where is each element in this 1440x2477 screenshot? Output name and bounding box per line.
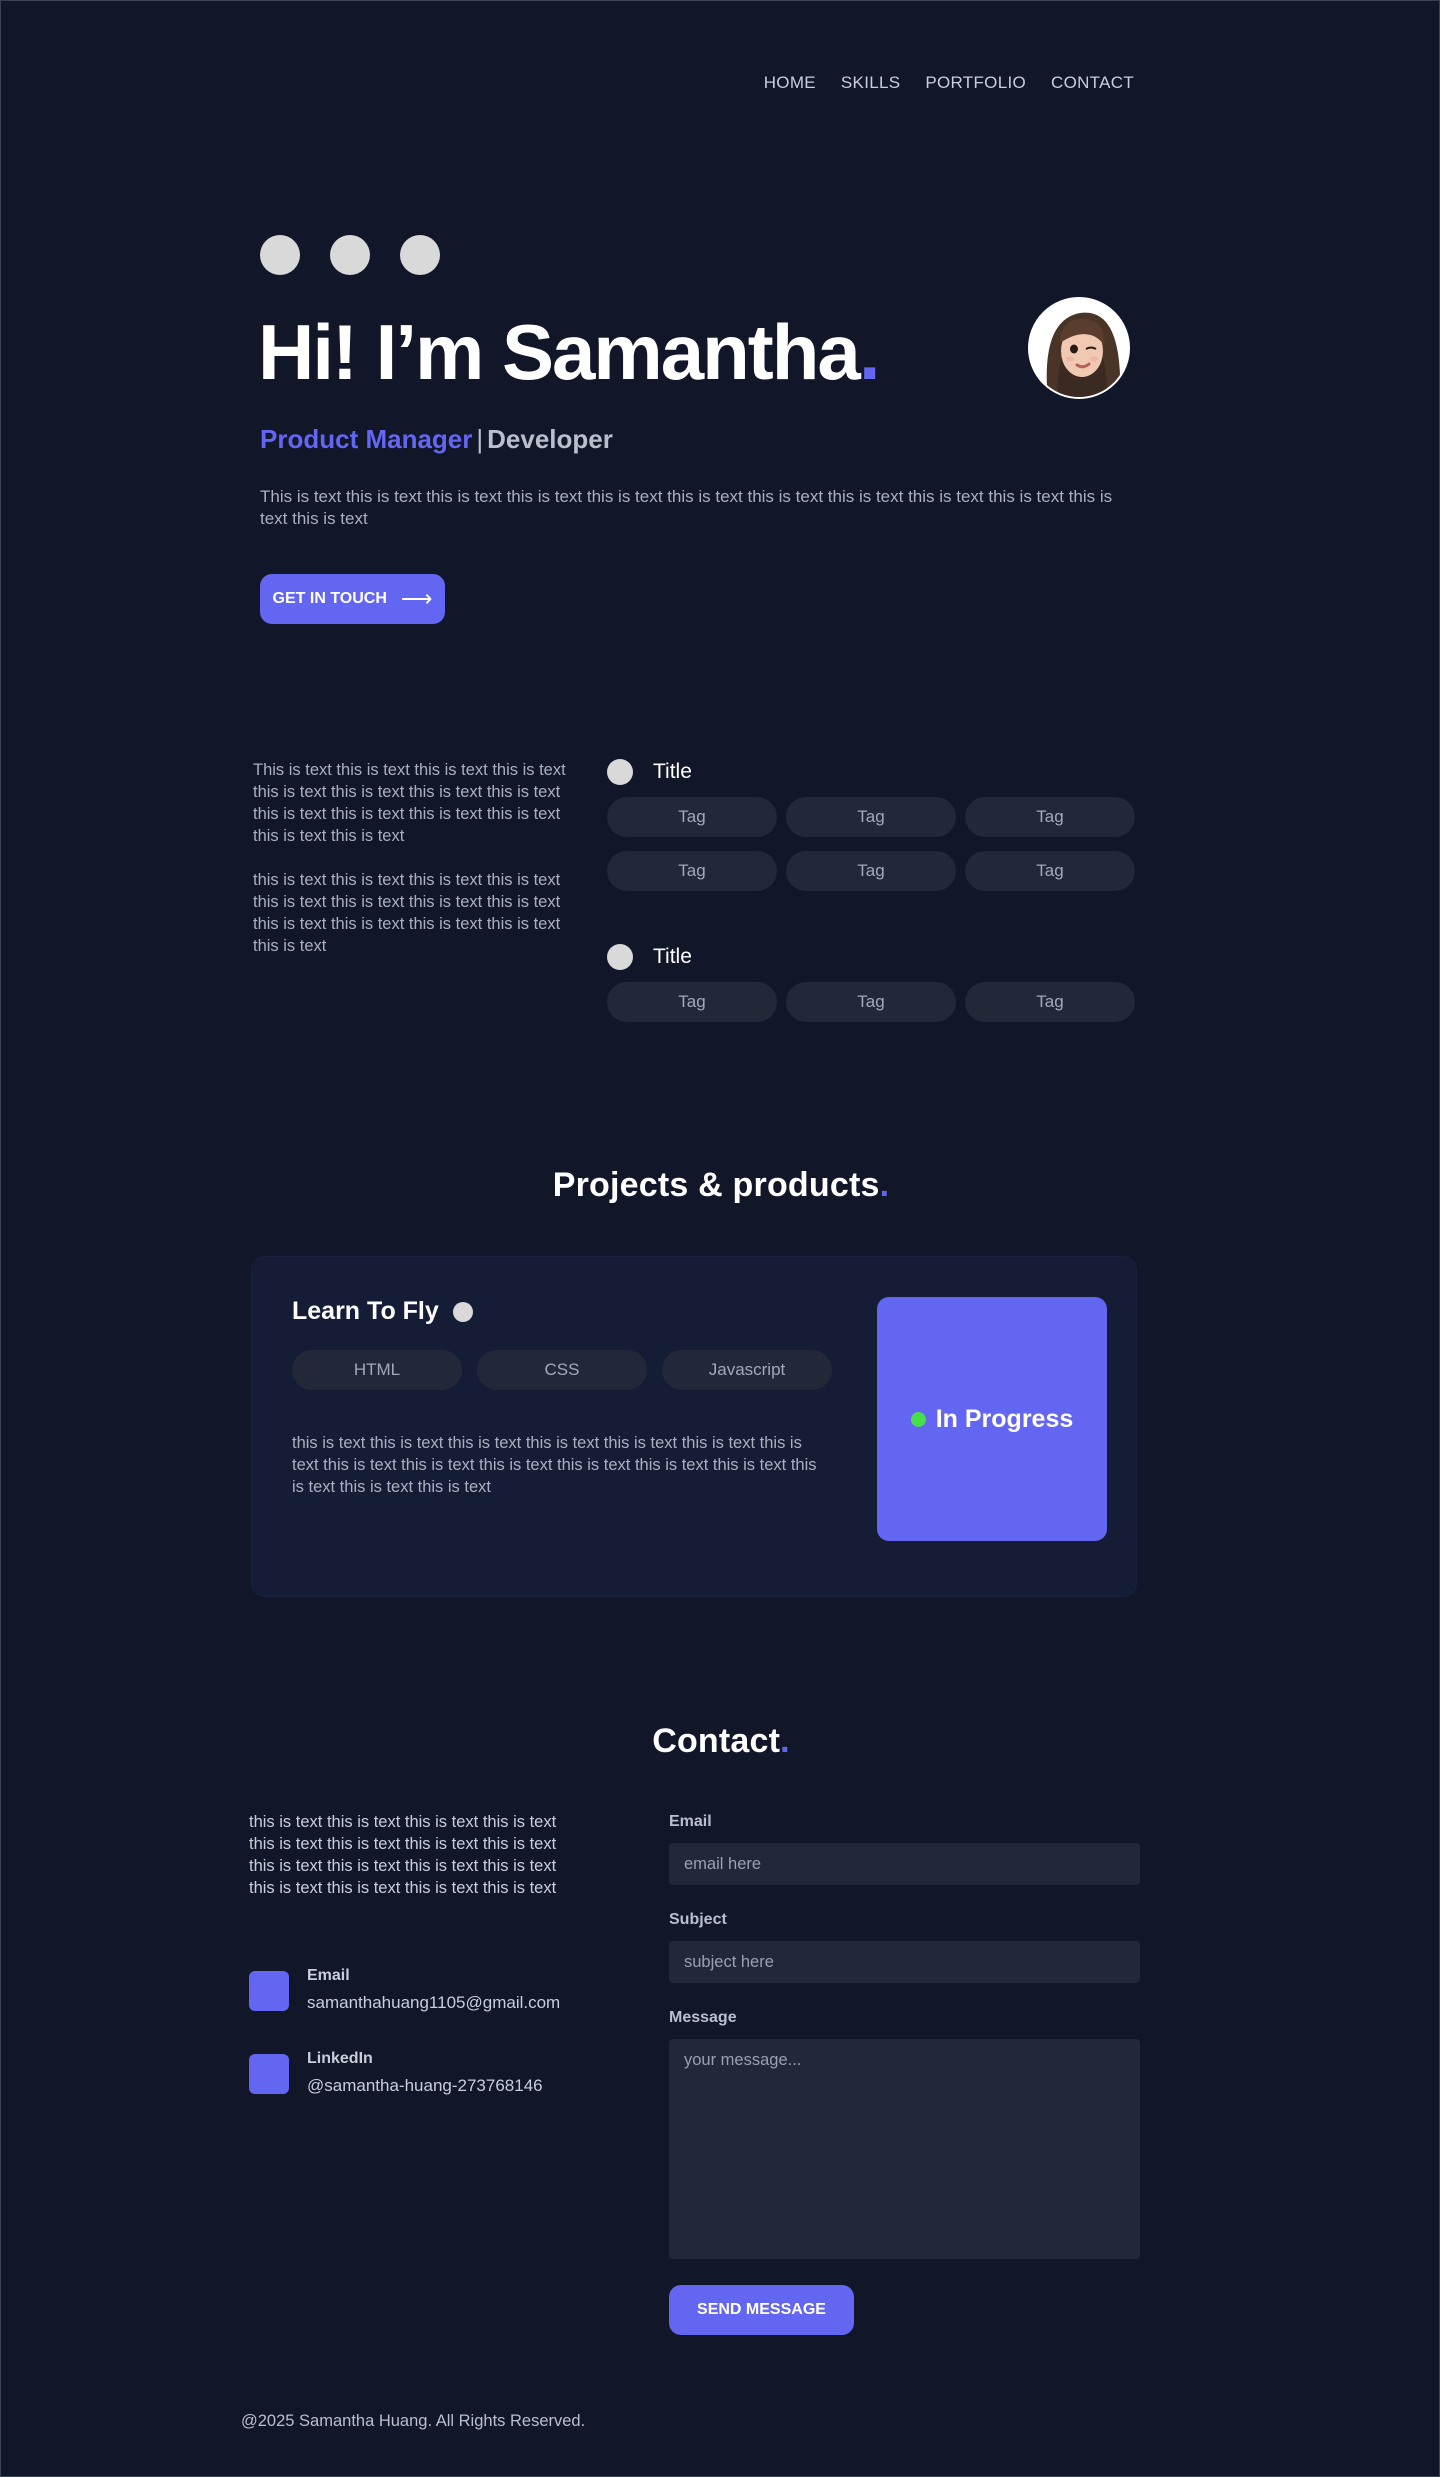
skill-group: Title Tag Tag Tag Tag Tag Tag [607, 757, 1135, 891]
decorative-dot [400, 235, 440, 275]
skill-tag: Tag [786, 982, 956, 1022]
email-field[interactable] [669, 1843, 1140, 1885]
decorative-dot [330, 235, 370, 275]
hero-title: Hi! I’m Samantha. [258, 307, 881, 397]
skill-tag: Tag [786, 851, 956, 891]
skill-group-title: Title [653, 760, 692, 783]
project-tech-tags: HTML CSS Javascript [292, 1350, 832, 1390]
tech-tag-css: CSS [477, 1350, 647, 1390]
hero-description: This is text this is text this is text t… [260, 487, 1113, 528]
skill-group: Title Tag Tag Tag [607, 942, 1135, 1022]
contact-description: this is text this is text this is text t… [249, 1813, 557, 1897]
nav-home-link[interactable]: HOME [764, 73, 816, 93]
about-paragraph: this is text this is text this is text t… [253, 871, 561, 955]
skill-group-header: Title [607, 942, 1135, 972]
nav-contact-link[interactable]: CONTACT [1051, 73, 1134, 93]
contact-form: Email Subject Message SEND MESSAGE [669, 1813, 1140, 2335]
skill-tag: Tag [965, 982, 1135, 1022]
send-message-button[interactable]: SEND MESSAGE [669, 2285, 854, 2335]
footer-copyright: @2025 Samantha Huang. All Rights Reserve… [241, 2412, 586, 2430]
project-header: Learn To Fly [292, 1297, 473, 1326]
skill-tags: Tag Tag Tag Tag Tag Tag [607, 797, 1135, 891]
about-text: This is text this is text this is text t… [253, 759, 568, 957]
contact-email-details: Email samanthahuang1105@gmail.com [307, 1967, 560, 2013]
project-status-panel: In Progress [877, 1297, 1107, 1541]
project-description: this is text this is text this is text t… [292, 1434, 817, 1496]
project-name: Learn To Fly [292, 1297, 439, 1325]
linkedin-icon [249, 2054, 289, 2094]
contact-title-text: Contact [652, 1722, 781, 1760]
projects-section-title: Projects & products. [1, 1166, 1440, 1205]
title-accent-dot: . [780, 1722, 790, 1760]
window-dots [260, 235, 440, 275]
skill-group-title: Title [653, 945, 692, 968]
email-field-label: Email [669, 1813, 712, 1830]
tech-tag-javascript: Javascript [662, 1350, 832, 1390]
role-separator: | [476, 424, 484, 454]
projects-title-text: Projects & products [552, 1166, 880, 1204]
skill-tag: Tag [607, 982, 777, 1022]
skill-bullet-icon [607, 759, 633, 785]
get-in-touch-label: GET IN TOUCH [272, 590, 387, 607]
contact-email-item: Email samanthahuang1105@gmail.com [249, 1967, 560, 2013]
skill-tag: Tag [607, 797, 777, 837]
skill-bullet-icon [607, 944, 633, 970]
message-field-label: Message [669, 2009, 737, 2026]
skill-tag: Tag [607, 851, 777, 891]
about-paragraph: This is text this is text this is text t… [253, 761, 566, 845]
contact-linkedin-item: LinkedIn @samantha-huang-273768146 [249, 2050, 543, 2096]
project-status-label: In Progress [935, 1404, 1074, 1433]
contact-linkedin-label: LinkedIn [307, 2050, 373, 2067]
decorative-dot [260, 235, 300, 275]
contact-linkedin-value[interactable]: @samantha-huang-273768146 [307, 2076, 543, 2096]
project-indicator-icon [452, 1301, 473, 1322]
memoji-avatar-icon [1030, 299, 1128, 397]
arrow-right-icon: ⟶ [400, 586, 433, 611]
skill-tag: Tag [786, 797, 956, 837]
hero-roles: Product Manager | Developer [260, 424, 613, 455]
avatar [1028, 297, 1130, 399]
project-card[interactable]: Learn To Fly HTML CSS Javascript this is… [251, 1256, 1137, 1597]
subject-field[interactable] [669, 1941, 1140, 1983]
tech-tag-html: HTML [292, 1350, 462, 1390]
skill-tag: Tag [965, 851, 1135, 891]
contact-email-value[interactable]: samanthahuang1105@gmail.com [307, 1993, 560, 2013]
title-accent-dot: . [858, 308, 881, 396]
contact-section-title: Contact. [1, 1722, 1440, 1761]
hero-title-text: Hi! I’m Samantha [258, 308, 861, 396]
skill-tag: Tag [965, 797, 1135, 837]
nav-skills-link[interactable]: SKILLS [841, 73, 900, 93]
message-field[interactable] [669, 2039, 1140, 2259]
contact-linkedin-details: LinkedIn @samantha-huang-273768146 [307, 2050, 543, 2096]
title-accent-dot: . [879, 1166, 890, 1204]
top-nav: HOME SKILLS PORTFOLIO CONTACT [764, 73, 1134, 93]
nav-portfolio-link[interactable]: PORTFOLIO [925, 73, 1026, 93]
role-developer: Developer [487, 424, 613, 454]
get-in-touch-button[interactable]: GET IN TOUCH ⟶ [260, 574, 445, 624]
mail-icon [249, 1971, 289, 2011]
status-indicator-icon [910, 1411, 926, 1427]
role-product-manager: Product Manager [260, 424, 473, 454]
skill-group-header: Title [607, 757, 1135, 787]
skill-tags: Tag Tag Tag [607, 982, 1135, 1022]
contact-email-label: Email [307, 1967, 350, 1984]
subject-field-label: Subject [669, 1911, 727, 1928]
